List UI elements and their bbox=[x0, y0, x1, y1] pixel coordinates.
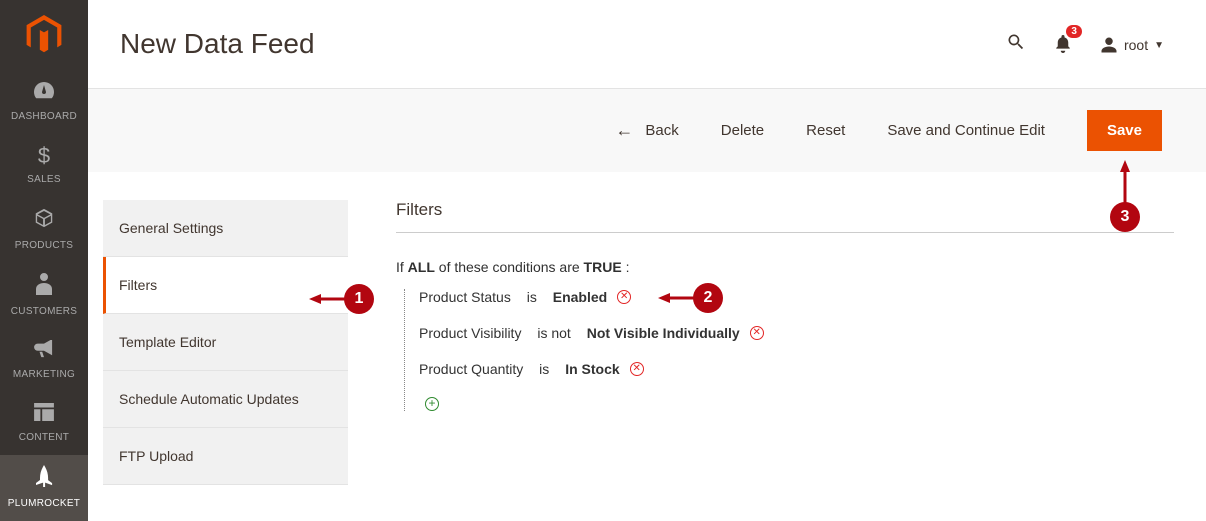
content-wrap: General Settings Filters Template Editor… bbox=[88, 172, 1206, 485]
caret-down-icon: ▼ bbox=[1154, 40, 1164, 51]
add-condition-row: + bbox=[419, 397, 1174, 411]
remove-condition-icon[interactable]: ✕ bbox=[630, 362, 644, 376]
condition-row: Product Status is Enabled ✕ bbox=[419, 289, 1174, 305]
cond-operator[interactable]: is bbox=[527, 289, 537, 305]
magento-logo[interactable] bbox=[0, 0, 88, 70]
megaphone-icon bbox=[4, 339, 84, 363]
admin-sidebar: DASHBOARD $ SALES PRODUCTS CUSTOMERS MAR… bbox=[0, 0, 88, 508]
remove-condition-icon[interactable]: ✕ bbox=[750, 326, 764, 340]
nav-label: DASHBOARD bbox=[11, 111, 77, 122]
user-menu-button[interactable]: root ▼ bbox=[1100, 36, 1164, 54]
panel-title: Filters bbox=[396, 200, 1174, 233]
layout-icon bbox=[4, 402, 84, 426]
notifications-button[interactable]: 3 bbox=[1054, 33, 1072, 58]
gauge-icon bbox=[4, 80, 84, 105]
save-button[interactable]: Save bbox=[1087, 110, 1162, 151]
tab-general-settings[interactable]: General Settings bbox=[103, 200, 348, 257]
save-continue-button[interactable]: Save and Continue Edit bbox=[887, 122, 1045, 139]
cond-prefix: If bbox=[396, 259, 404, 275]
delete-button[interactable]: Delete bbox=[721, 122, 764, 139]
back-button[interactable]: ← Back bbox=[615, 120, 678, 141]
action-bar: ← Back Delete Reset Save and Continue Ed… bbox=[88, 88, 1206, 172]
main-area: New Data Feed 3 root ▼ ← Back Delete Res… bbox=[88, 0, 1206, 508]
nav-products[interactable]: PRODUCTS bbox=[0, 197, 88, 263]
cond-value[interactable]: TRUE bbox=[584, 259, 622, 275]
condition-list: Product Status is Enabled ✕ Product Visi… bbox=[404, 289, 1174, 411]
cond-aggregator[interactable]: ALL bbox=[408, 259, 435, 275]
cond-mid: of these conditions are bbox=[439, 259, 584, 275]
nav-plumrocket[interactable]: PLUMROCKET bbox=[0, 455, 88, 521]
condition-root: If ALL of these conditions are TRUE : bbox=[396, 259, 1174, 275]
nav-label: PRODUCTS bbox=[15, 240, 74, 251]
tab-template-editor[interactable]: Template Editor bbox=[103, 314, 348, 371]
dollar-icon: $ bbox=[4, 144, 84, 168]
annotation-bubble-3: 3 bbox=[1110, 202, 1140, 232]
annotation-bubble-2: 2 bbox=[693, 283, 723, 313]
tab-filters[interactable]: Filters bbox=[103, 257, 348, 314]
nav-dashboard[interactable]: DASHBOARD bbox=[0, 70, 88, 134]
reset-button[interactable]: Reset bbox=[806, 122, 845, 139]
add-condition-icon[interactable]: + bbox=[425, 397, 439, 411]
tab-schedule-updates[interactable]: Schedule Automatic Updates bbox=[103, 371, 348, 428]
tabs: General Settings Filters Template Editor… bbox=[103, 200, 348, 485]
cond-value[interactable]: Enabled bbox=[553, 289, 607, 305]
filters-panel: Filters If ALL of these conditions are T… bbox=[396, 200, 1174, 485]
box-icon bbox=[4, 207, 84, 234]
cond-operator[interactable]: is not bbox=[537, 325, 570, 341]
remove-condition-icon[interactable]: ✕ bbox=[617, 290, 631, 304]
back-label: Back bbox=[645, 122, 678, 139]
annotation-bubble-1: 1 bbox=[344, 284, 374, 314]
annotation-arrow-3 bbox=[1119, 160, 1131, 204]
cond-value[interactable]: In Stock bbox=[565, 361, 619, 377]
cond-attribute[interactable]: Product Status bbox=[419, 289, 511, 305]
nav-label: PLUMROCKET bbox=[8, 498, 80, 509]
nav-content[interactable]: CONTENT bbox=[0, 392, 88, 455]
search-icon[interactable] bbox=[1006, 32, 1026, 58]
nav-label: MARKETING bbox=[13, 369, 75, 380]
arrow-left-icon: ← bbox=[615, 120, 633, 141]
rocket-icon bbox=[4, 465, 84, 492]
cond-value[interactable]: Not Visible Individually bbox=[587, 325, 740, 341]
tab-ftp-upload[interactable]: FTP Upload bbox=[103, 428, 348, 485]
header-tools: 3 root ▼ bbox=[1006, 32, 1164, 58]
nav-customers[interactable]: CUSTOMERS bbox=[0, 263, 88, 329]
person-icon bbox=[4, 273, 84, 300]
page-header: New Data Feed 3 root ▼ bbox=[88, 0, 1206, 88]
annotation-arrow-2 bbox=[658, 292, 698, 304]
nav-marketing[interactable]: MARKETING bbox=[0, 329, 88, 392]
page-title: New Data Feed bbox=[120, 28, 315, 60]
annotation-arrow-1 bbox=[309, 293, 349, 305]
notification-badge: 3 bbox=[1066, 25, 1082, 38]
nav-label: CONTENT bbox=[19, 432, 69, 443]
cond-operator[interactable]: is bbox=[539, 361, 549, 377]
cond-attribute[interactable]: Product Visibility bbox=[419, 325, 521, 341]
nav-sales[interactable]: $ SALES bbox=[0, 134, 88, 197]
condition-row: Product Visibility is not Not Visible In… bbox=[419, 325, 1174, 341]
nav-label: CUSTOMERS bbox=[11, 306, 77, 317]
nav-label: SALES bbox=[27, 174, 61, 185]
cond-attribute[interactable]: Product Quantity bbox=[419, 361, 523, 377]
user-name: root bbox=[1124, 37, 1148, 53]
cond-suffix: : bbox=[626, 259, 630, 275]
condition-row: Product Quantity is In Stock ✕ bbox=[419, 361, 1174, 377]
